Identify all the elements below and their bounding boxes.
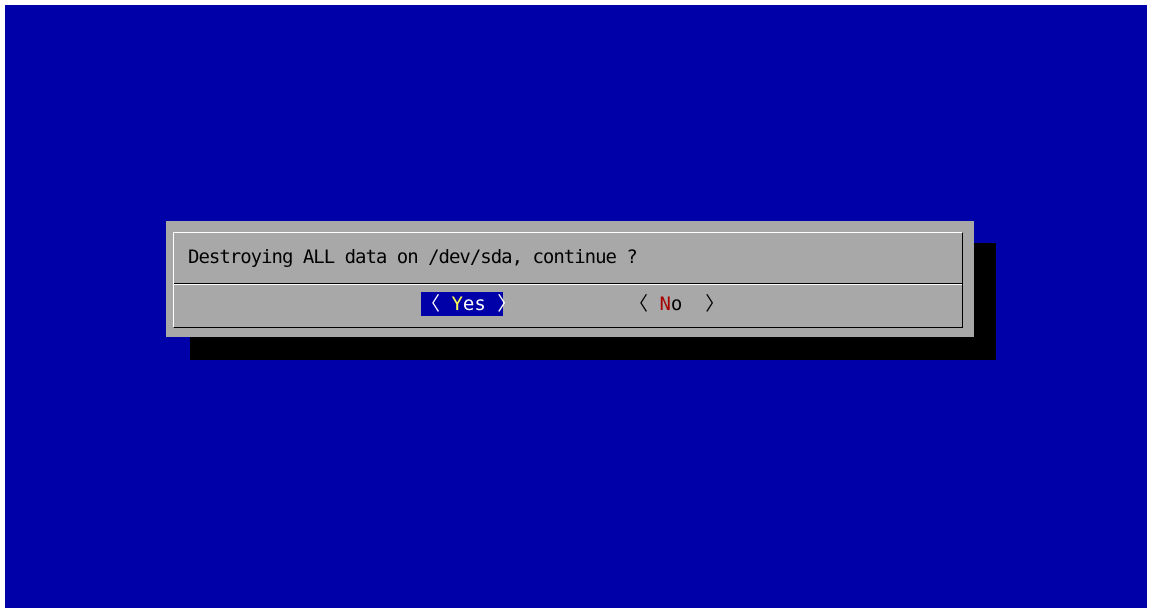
yes-button[interactable]: 〈 Yes 〉: [421, 292, 516, 316]
no-right-bracket: 〉: [682, 293, 725, 315]
yes-left-bracket: 〈: [421, 293, 452, 315]
terminal-screen: Destroying ALL data on /dev/sda, continu…: [5, 5, 1147, 608]
no-hotkey: N: [659, 293, 671, 315]
dialog-message: Destroying ALL data on /dev/sda, continu…: [188, 246, 638, 268]
yes-hotkey: Y: [451, 293, 463, 315]
no-button[interactable]: 〈 No 〉: [629, 292, 724, 316]
confirm-dialog: Destroying ALL data on /dev/sda, continu…: [166, 221, 974, 337]
yes-label-rest: es: [462, 293, 486, 315]
dialog-separator: [174, 283, 962, 285]
yes-right-bracket: 〉: [485, 293, 517, 315]
no-left-bracket: 〈: [629, 293, 660, 315]
no-label-rest: o: [670, 293, 683, 315]
